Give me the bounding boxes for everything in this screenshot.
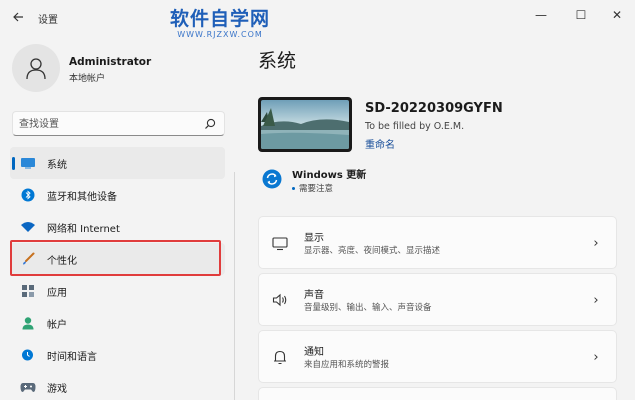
update-status: 需要注意 bbox=[292, 182, 333, 194]
watermark: 软件自学网 WWW.RJZXW.COM bbox=[170, 8, 270, 40]
sidebar-item-bluetooth[interactable]: 蓝牙和其他设备 bbox=[10, 179, 225, 211]
sidebar-nav: 系统 蓝牙和其他设备 网络和 Internet 个性化 应用 帐户 时间和语言 … bbox=[10, 147, 225, 400]
title-bar: 设置 软件自学网 WWW.RJZXW.COM — ☐ ✕ bbox=[0, 0, 635, 39]
sidebar-item-label: 个性化 bbox=[47, 255, 77, 267]
watermark-main: 软件自学网 bbox=[170, 8, 271, 30]
rename-link[interactable]: 重命名 bbox=[365, 136, 395, 151]
avatar bbox=[12, 44, 60, 92]
chevron-right-icon: › bbox=[593, 292, 599, 308]
card-description: 音量级别、输出、输入、声音设备 bbox=[304, 303, 432, 313]
sidebar-item-time-language[interactable]: 时间和语言 bbox=[10, 339, 225, 371]
sidebar-item-label: 应用 bbox=[47, 287, 67, 299]
sidebar-divider bbox=[234, 172, 235, 400]
wallpaper-thumbnail bbox=[261, 100, 349, 149]
chevron-right-icon: › bbox=[593, 235, 599, 251]
sidebar-item-label: 蓝牙和其他设备 bbox=[47, 191, 117, 203]
maximize-icon: ☐ bbox=[575, 8, 587, 22]
sidebar-item-personalization[interactable]: 个性化 bbox=[10, 243, 225, 275]
status-dot bbox=[292, 187, 295, 190]
sidebar-item-label: 游戏 bbox=[47, 383, 67, 395]
wifi-icon bbox=[20, 219, 36, 235]
sidebar-item-accounts[interactable]: 帐户 bbox=[10, 307, 225, 339]
close-button[interactable]: ✕ bbox=[604, 4, 630, 26]
card-notifications[interactable]: 通知 来自应用和系统的警报 › bbox=[258, 330, 617, 383]
monitor-icon bbox=[20, 155, 36, 171]
windows-update-icon[interactable] bbox=[262, 169, 282, 189]
sidebar-item-label: 系统 bbox=[47, 159, 67, 171]
card-title: 声音 bbox=[304, 290, 324, 301]
minimize-icon: — bbox=[535, 8, 547, 22]
apps-icon bbox=[20, 283, 36, 299]
close-icon: ✕ bbox=[611, 8, 623, 22]
sidebar-item-system[interactable]: 系统 bbox=[10, 147, 225, 179]
sidebar-item-network[interactable]: 网络和 Internet bbox=[10, 211, 225, 243]
sidebar-item-gaming[interactable]: 游戏 bbox=[10, 371, 225, 400]
card-description: 显示器、亮度、夜间模式、显示描述 bbox=[304, 246, 441, 256]
card-sound[interactable]: 声音 音量级别、输出、输入、声音设备 › bbox=[258, 273, 617, 326]
person-icon bbox=[26, 58, 46, 80]
search-box[interactable] bbox=[12, 111, 225, 136]
gamepad-icon bbox=[20, 379, 36, 395]
globe-clock-icon bbox=[20, 347, 36, 363]
user-profile[interactable]: Administrator 本地帐户 bbox=[12, 44, 242, 94]
bluetooth-icon bbox=[20, 187, 36, 203]
device-name: SD-20220309GYFN bbox=[365, 101, 503, 116]
bell-icon bbox=[274, 350, 286, 365]
search-icon[interactable] bbox=[203, 117, 217, 131]
arrow-left-icon bbox=[13, 12, 23, 22]
card-description: 来自应用和系统的警报 bbox=[304, 360, 390, 370]
account-type: 本地帐户 bbox=[69, 74, 106, 84]
person-icon bbox=[20, 315, 36, 331]
sidebar-item-apps[interactable]: 应用 bbox=[10, 275, 225, 307]
card-display[interactable]: 显示 显示器、亮度、夜间模式、显示描述 › bbox=[258, 216, 617, 269]
card-next[interactable] bbox=[258, 387, 617, 400]
paintbrush-icon bbox=[20, 251, 36, 267]
app-title: 设置 bbox=[38, 15, 58, 26]
device-model: To be filled by O.E.M. bbox=[365, 121, 465, 132]
card-title: 通知 bbox=[304, 347, 324, 358]
update-title[interactable]: Windows 更新 bbox=[292, 166, 366, 181]
page-title: 系统 bbox=[258, 50, 297, 72]
display-icon bbox=[272, 237, 288, 251]
speaker-icon bbox=[272, 293, 287, 307]
sidebar-item-label: 网络和 Internet bbox=[47, 223, 120, 235]
back-button[interactable] bbox=[8, 7, 28, 27]
sidebar-item-label: 时间和语言 bbox=[47, 351, 97, 363]
minimize-button[interactable]: — bbox=[528, 4, 554, 26]
update-status-text: 需要注意 bbox=[299, 184, 334, 194]
search-input[interactable] bbox=[19, 115, 199, 133]
card-title: 显示 bbox=[304, 233, 324, 244]
maximize-button[interactable]: ☐ bbox=[568, 4, 594, 26]
device-image bbox=[258, 97, 352, 152]
user-name: Administrator bbox=[69, 56, 152, 68]
watermark-sub: WWW.RJZXW.COM bbox=[177, 30, 263, 39]
chevron-right-icon: › bbox=[593, 349, 599, 365]
sidebar-item-label: 帐户 bbox=[47, 319, 67, 331]
